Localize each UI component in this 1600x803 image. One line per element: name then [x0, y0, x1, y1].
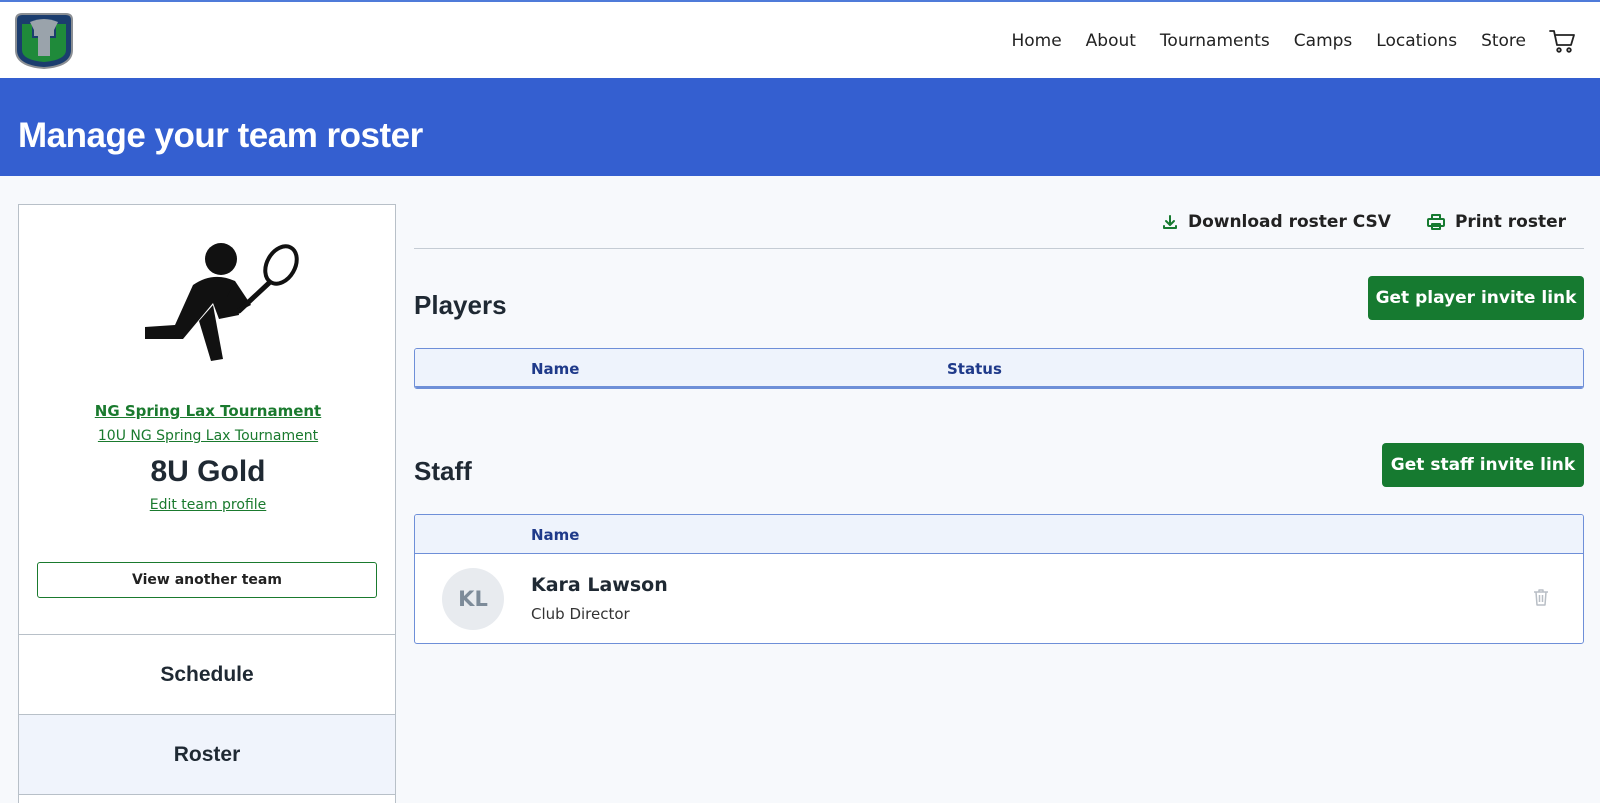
sidebar-tab-schedule[interactable]: Schedule [19, 634, 395, 714]
avatar: KL [442, 568, 504, 630]
divider [414, 248, 1584, 249]
tournament-link[interactable]: NG Spring Lax Tournament [19, 402, 397, 420]
nav-link-tournaments[interactable]: Tournaments [1160, 31, 1270, 51]
print-roster-label: Print roster [1454, 212, 1566, 232]
nav-links: Home About Tournaments Camps Locations S… [987, 2, 1600, 80]
lacrosse-player-icon [145, 243, 299, 361]
players-heading: Players [414, 290, 507, 320]
download-icon [1162, 215, 1177, 229]
division-link[interactable]: 10U NG Spring Lax Tournament [19, 428, 397, 444]
get-staff-invite-link-button[interactable]: Get staff invite link [1382, 443, 1584, 487]
staff-role: Club Director [531, 605, 630, 623]
team-name: 8U Gold [150, 455, 266, 488]
nav-link-locations[interactable]: Locations [1376, 31, 1457, 51]
printer-icon [1426, 214, 1445, 230]
download-csv-label: Download roster CSV [1187, 212, 1391, 232]
top-navigation: Home About Tournaments Camps Locations S… [0, 0, 1600, 78]
players-table: Name Status [414, 348, 1584, 389]
staff-table-header: Name [415, 515, 1583, 554]
page-banner: Manage your team roster [0, 78, 1600, 176]
view-another-team-button[interactable]: View another team [37, 562, 377, 598]
nav-link-home[interactable]: Home [1011, 31, 1061, 51]
cart-icon[interactable] [1548, 27, 1576, 55]
whale-logo[interactable] [12, 12, 76, 70]
nav-link-camps[interactable]: Camps [1294, 31, 1353, 51]
nav-link-store[interactable]: Store [1481, 31, 1526, 51]
sidebar-tab-roster[interactable]: Roster [19, 714, 395, 794]
staff-table: Name KL Kara Lawson Club Director [414, 514, 1584, 644]
table-row: KL Kara Lawson Club Director [415, 554, 1583, 643]
trash-icon[interactable] [1533, 588, 1549, 606]
edit-team-profile-link[interactable]: Edit team profile [19, 497, 397, 513]
staff-name: Kara Lawson [531, 574, 668, 596]
staff-heading: Staff [414, 456, 472, 486]
players-table-header: Name Status [415, 349, 1583, 388]
print-roster-button[interactable]: Print roster [1426, 212, 1566, 232]
nav-link-about[interactable]: About [1086, 31, 1136, 51]
column-header-name[interactable]: Name [531, 526, 579, 544]
get-player-invite-link-button[interactable]: Get player invite link [1368, 276, 1584, 320]
roster-actions: Download roster CSV Print roster [1126, 206, 1584, 238]
page-title: Manage your team roster [18, 116, 423, 155]
team-sidebar: NG Spring Lax Tournament 10U NG Spring L… [18, 204, 396, 803]
column-header-status[interactable]: Status [947, 360, 1002, 378]
column-header-name[interactable]: Name [531, 360, 579, 378]
download-csv-button[interactable]: Download roster CSV [1162, 212, 1391, 232]
sidebar-tab-more[interactable] [19, 794, 395, 803]
